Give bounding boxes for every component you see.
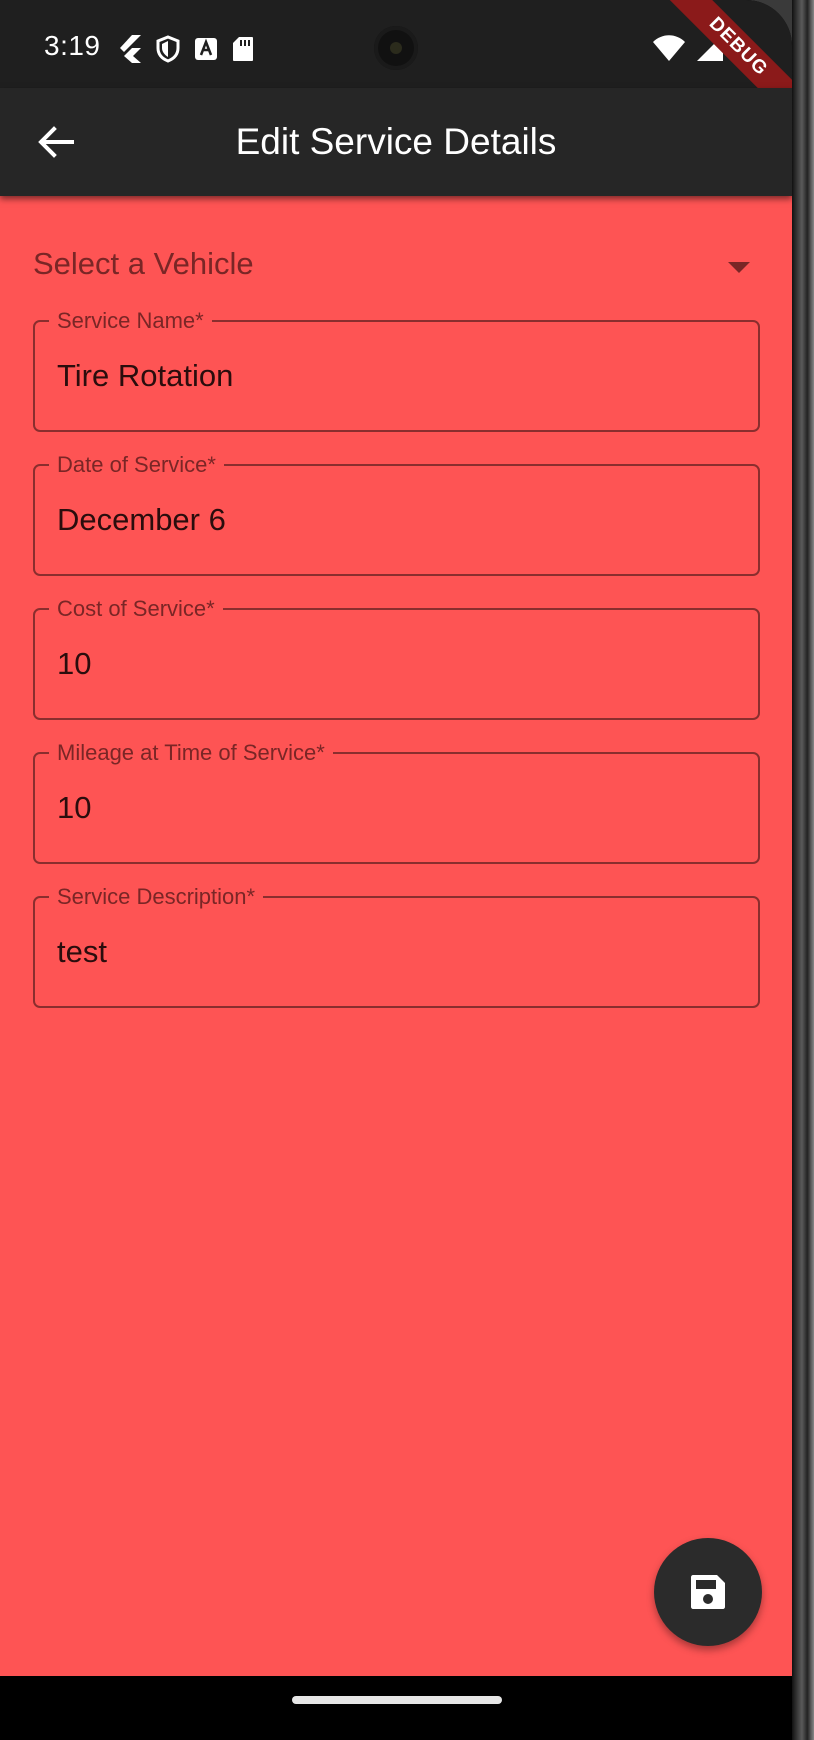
shield-icon [156,35,180,63]
mileage-value: 10 [57,790,92,825]
wifi-icon [652,34,686,67]
status-icons-left [116,34,254,64]
vehicle-select[interactable]: Select a Vehicle [33,246,760,296]
arrow-left-icon [38,126,74,158]
service-name-field[interactable]: Service Name* Tire Rotation [33,308,760,432]
sd-card-icon [232,36,254,62]
service-name-value: Tire Rotation [57,358,234,393]
back-button[interactable] [30,116,82,168]
save-icon [691,1575,725,1609]
status-bar: 3:19 DEBUG [0,0,792,129]
form-body: Select a Vehicle Service Name* Tire Rota… [0,196,792,1676]
vehicle-select-placeholder: Select a Vehicle [33,246,254,281]
mileage-label: Mileage at Time of Service* [49,740,333,766]
cost-of-service-field[interactable]: Cost of Service* 10 [33,596,760,720]
device-frame: 3:19 DEBUG Edit Service Details Select a… [0,0,814,1740]
service-description-value: test [57,934,107,969]
flutter-icon [116,34,142,64]
app-bar: Edit Service Details [0,88,792,196]
navigation-bar [0,1676,792,1740]
device-edge [792,0,814,1740]
page-title: Edit Service Details [235,121,557,162]
mileage-field[interactable]: Mileage at Time of Service* 10 [33,740,760,864]
date-of-service-field[interactable]: Date of Service* December 6 [33,452,760,576]
service-description-field[interactable]: Service Description* test [33,884,760,1008]
front-camera [374,26,418,70]
screen: 3:19 DEBUG Edit Service Details Select a… [0,0,792,1740]
status-time: 3:19 [44,30,101,61]
text-a-icon [194,37,218,61]
save-button[interactable] [654,1538,762,1646]
date-of-service-value: December 6 [57,502,226,537]
cost-of-service-value: 10 [57,646,92,681]
home-indicator[interactable] [292,1696,502,1704]
dropdown-arrow-icon [728,262,750,273]
